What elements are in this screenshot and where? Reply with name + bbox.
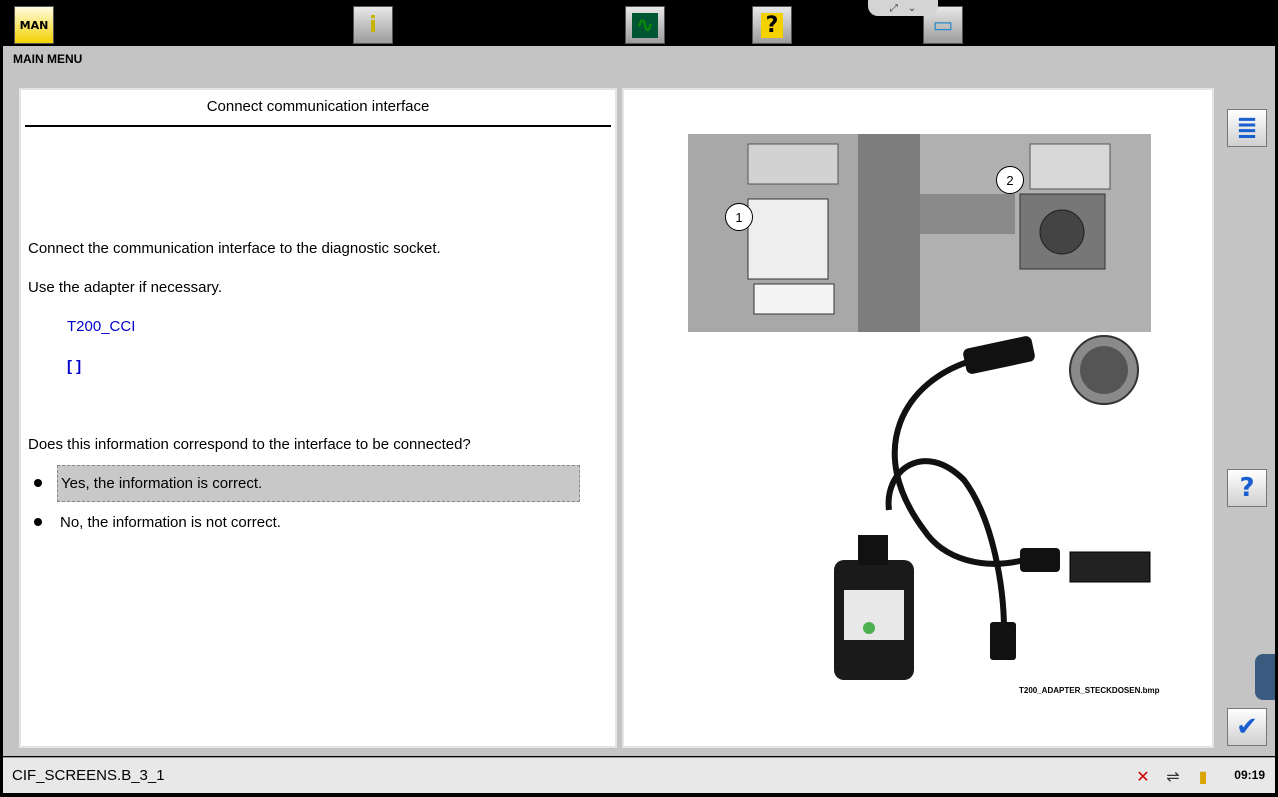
dashboard-left-image <box>688 134 920 332</box>
man-logo-icon: MAN <box>19 18 49 32</box>
option-yes-label: Yes, the information is correct. <box>61 475 263 492</box>
computer-icon: ▭ <box>932 12 954 38</box>
main-menu-label[interactable]: MAIN MENU <box>13 52 82 66</box>
bullet-icon <box>34 479 42 487</box>
top-toolbar: MAN i ∿ ? ▭ ⤢ ⌄ <box>0 0 1278 46</box>
info-button[interactable]: i <box>353 6 393 44</box>
clock: 09:19 <box>1234 768 1265 782</box>
man-logo-button[interactable]: MAN <box>14 6 54 44</box>
measure-button[interactable]: ∿ <box>625 6 665 44</box>
side-pull-tab[interactable] <box>1255 654 1275 700</box>
option-yes[interactable]: Yes, the information is correct. <box>57 465 580 502</box>
callout-1: 1 <box>725 203 753 231</box>
panel-title: Connect communication interface <box>25 98 611 127</box>
option-no[interactable]: No, the information is not correct. <box>57 504 580 541</box>
help-button[interactable]: ? <box>752 6 792 44</box>
side-help-button[interactable]: ? <box>1227 469 1267 507</box>
question-text: Does this information correspond to the … <box>28 436 471 453</box>
oscilloscope-icon: ∿ <box>631 12 659 38</box>
help-icon: ? <box>1239 473 1255 503</box>
main-area: MAIN MENU Connect communication interfac… <box>3 46 1275 756</box>
usb-icon: ⇌ <box>1166 766 1180 786</box>
interface-extra: [ ] <box>67 358 82 375</box>
status-icons: ✕ ⇌ ▮ <box>1131 761 1223 791</box>
instruction-text: Connect the communication interface to t… <box>28 240 441 257</box>
callout-2: 2 <box>996 166 1024 194</box>
adapter-hint: Use the adapter if necessary. <box>28 279 222 296</box>
expand-icon[interactable]: ⤢ <box>890 3 898 14</box>
help-bubble-icon: ? <box>760 12 784 38</box>
bullet-icon <box>34 518 42 526</box>
list-button[interactable]: ≣ <box>1227 109 1267 147</box>
instruction-panel: Connect communication interface Connect … <box>19 88 617 748</box>
interface-name: T200_CCI <box>67 318 136 335</box>
interface-adapter-illustration <box>834 335 1151 680</box>
dashboard-photo-right <box>920 134 1151 332</box>
network-disconnected-icon: ✕ <box>1136 766 1150 786</box>
checkmark-icon: ✔ <box>1236 712 1258 742</box>
dashboard-right-image <box>920 134 1151 332</box>
image-panel: 1 2 T200_ADAPTER_STECKDOSEN.bmp <box>622 88 1214 748</box>
dashboard-photo-left <box>688 134 920 332</box>
screen-code: CIF_SCREENS.B_3_1 <box>12 767 165 784</box>
image-caption: T200_ADAPTER_STECKDOSEN.bmp <box>1019 686 1160 695</box>
chevron-down-icon[interactable]: ⌄ <box>908 3 916 14</box>
option-no-label: No, the information is not correct. <box>60 514 281 531</box>
battery-icon: ▮ <box>1198 766 1208 786</box>
window-notch: ⤢ ⌄ <box>868 0 938 16</box>
info-person-icon: i <box>369 12 377 38</box>
status-bar: CIF_SCREENS.B_3_1 ✕ ⇌ ▮ 09:19 <box>3 757 1275 793</box>
list-icon: ≣ <box>1236 113 1258 143</box>
confirm-button[interactable]: ✔ <box>1227 708 1267 746</box>
